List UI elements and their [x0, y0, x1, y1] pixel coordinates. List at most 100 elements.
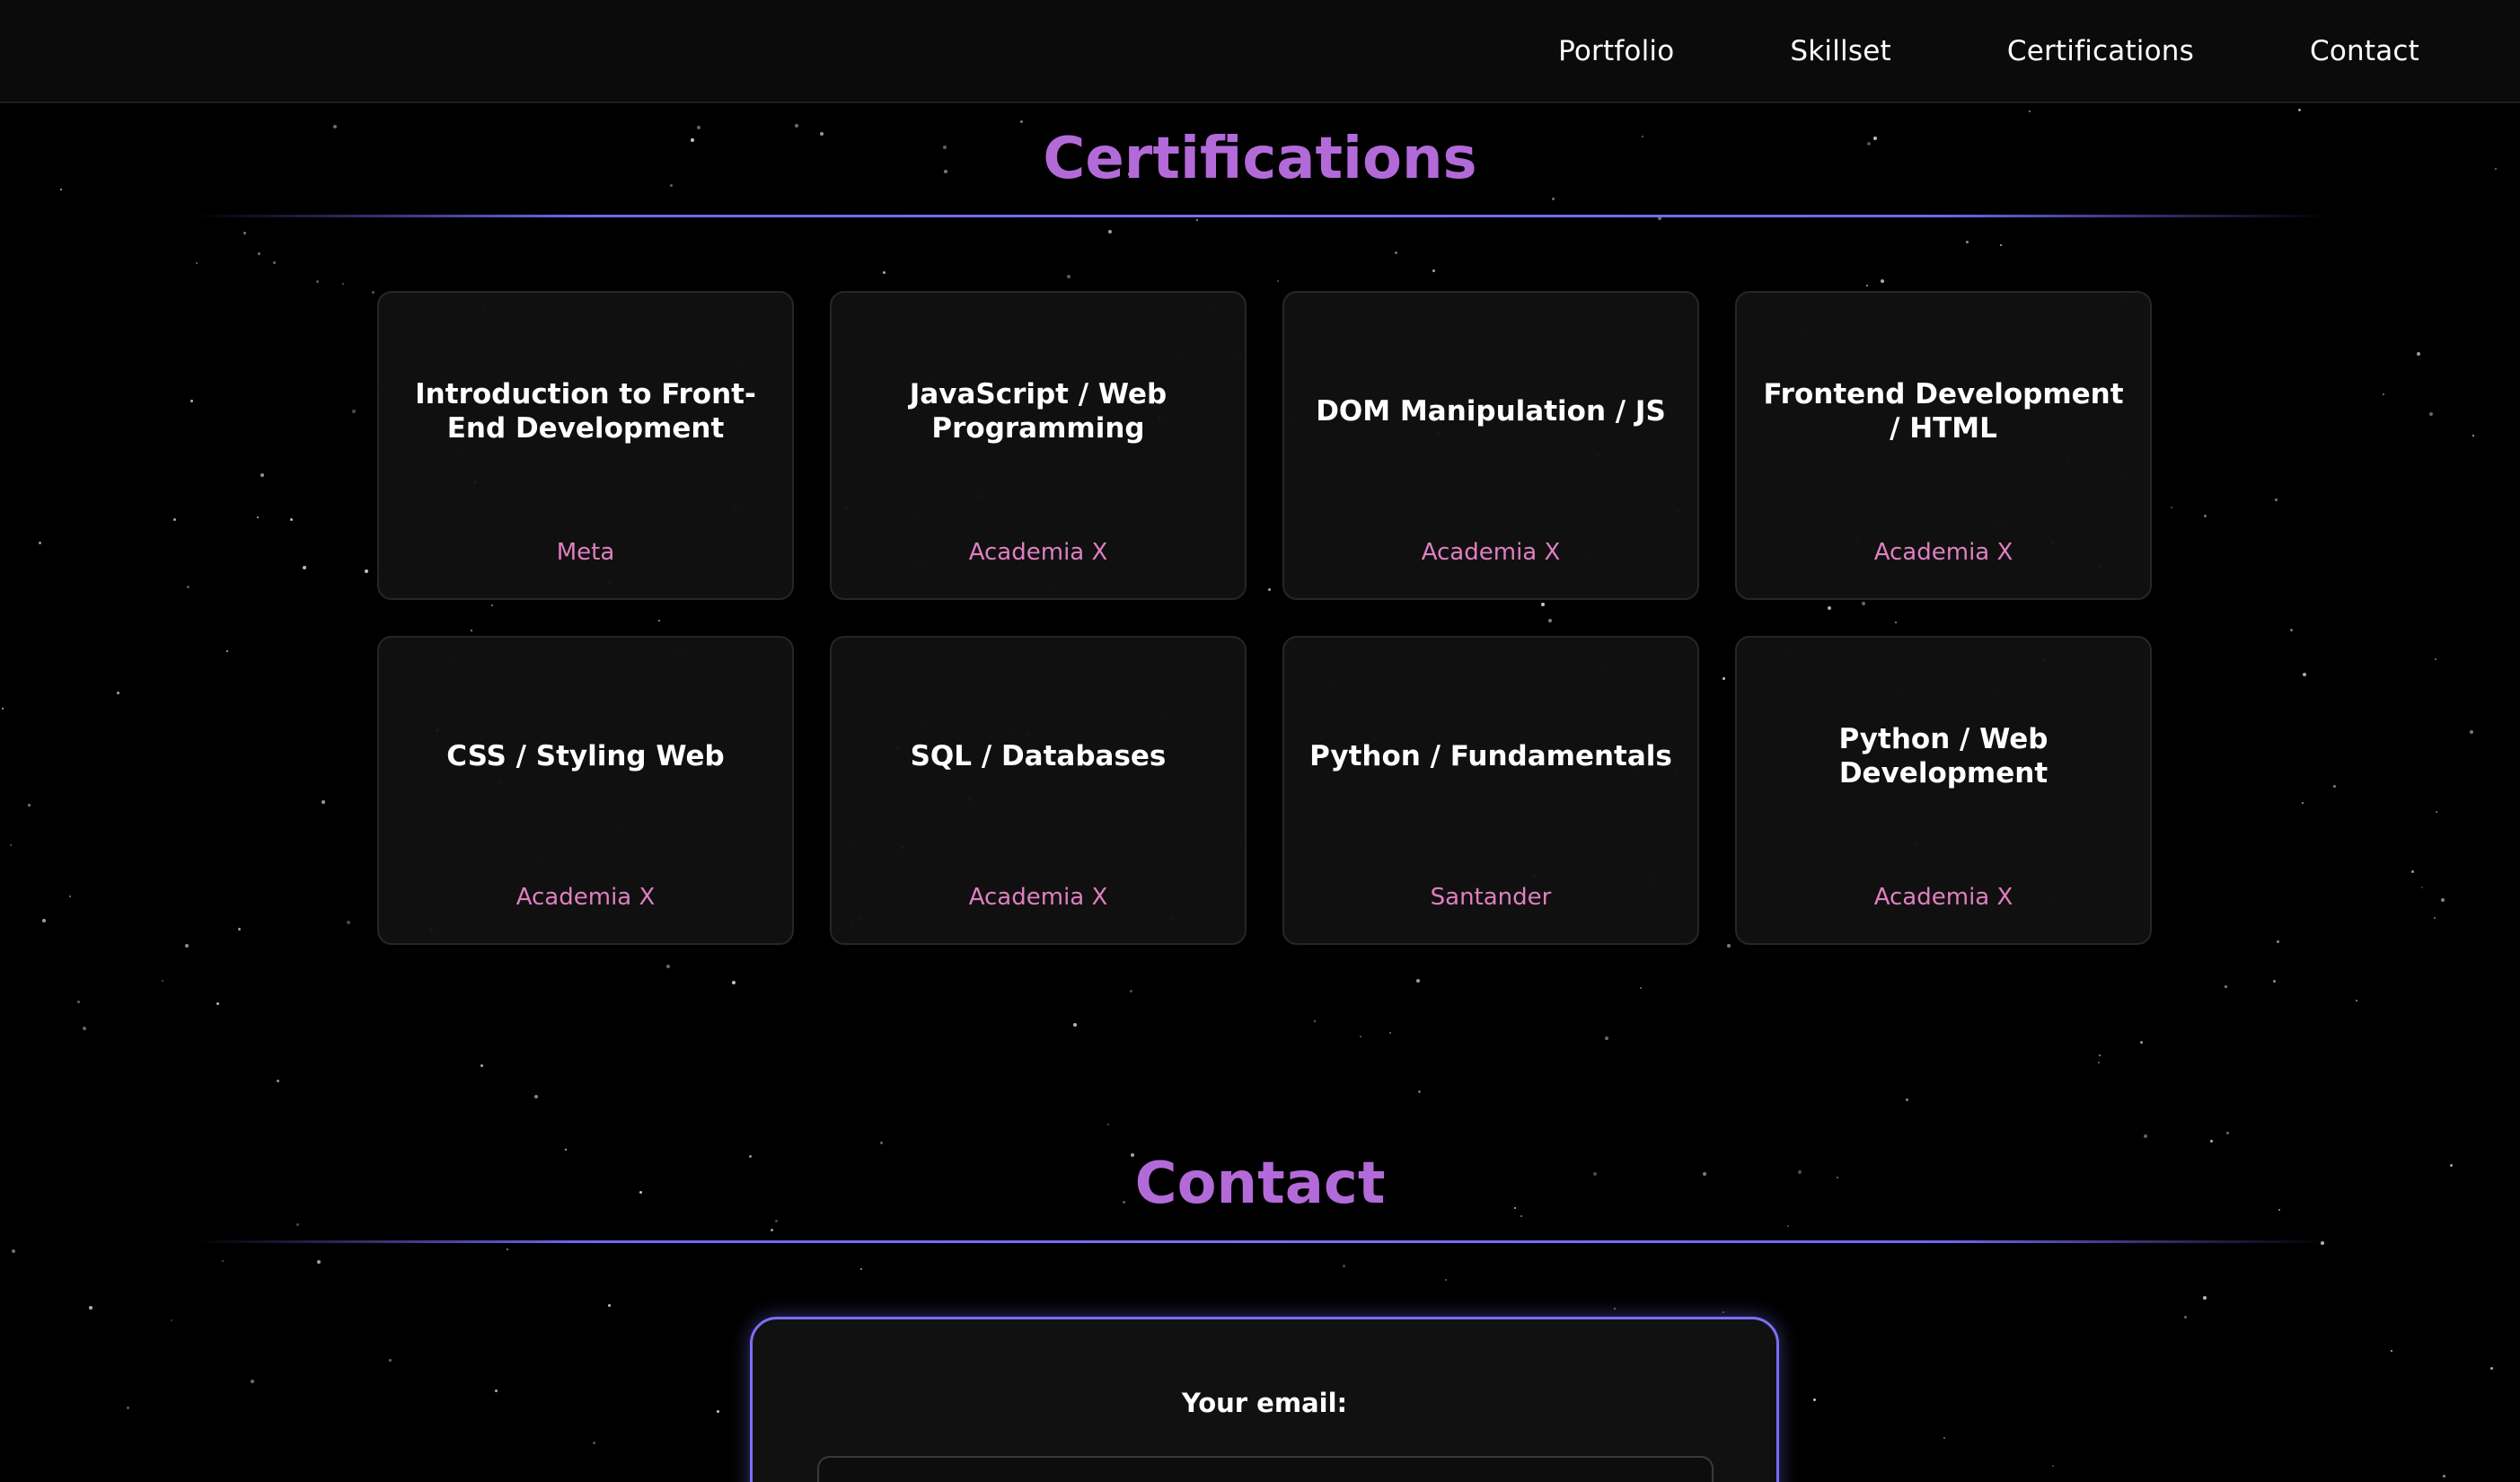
star-dot	[257, 516, 259, 518]
star-dot	[480, 1064, 483, 1067]
star-dot	[1418, 1090, 1421, 1093]
star-dot	[1866, 285, 1868, 287]
contact-title: Contact	[1134, 1151, 1386, 1217]
star-dot	[1614, 1308, 1616, 1310]
star-dot	[608, 1304, 611, 1307]
cert-title: Frontend Development / HTML	[1763, 378, 2124, 445]
cert-issuer: Academia X	[968, 539, 1108, 566]
cert-issuer: Academia X	[1873, 884, 2013, 911]
star-dot	[10, 844, 12, 846]
star-dot	[2356, 1000, 2357, 1001]
star-dot	[1389, 1032, 1391, 1034]
cert-card: CSS / Styling Web Academia X	[377, 636, 794, 945]
cert-issuer: Academia X	[1421, 539, 1561, 566]
star-dot	[258, 252, 260, 255]
star-dot	[342, 283, 344, 285]
cert-title: Python / Fundamentals	[1309, 740, 1672, 772]
star-dot	[2391, 1350, 2392, 1352]
star-dot	[732, 981, 736, 984]
star-dot	[226, 650, 228, 652]
star-dot	[2298, 109, 2301, 111]
star-dot	[260, 473, 264, 477]
star-dot	[2029, 110, 2031, 112]
star-dot	[2210, 1140, 2213, 1142]
cert-title: JavaScript / Web Programming	[909, 378, 1167, 445]
star-dot	[277, 1080, 279, 1082]
star-dot	[117, 692, 119, 694]
star-dot	[1360, 1036, 1361, 1037]
star-dot	[534, 1095, 538, 1098]
email-input[interactable]	[817, 1456, 1714, 1482]
star-dot	[775, 1220, 778, 1222]
nav-link-certifications[interactable]: Certifications	[2007, 35, 2194, 67]
cert-issuer: Academia X	[515, 884, 656, 911]
star-dot	[372, 291, 374, 294]
cert-card: Python / Web Development Academia X	[1735, 636, 2152, 945]
cert-card: Python / Fundamentals Santander	[1282, 636, 1699, 945]
cert-title: SQL / Databases	[910, 740, 1167, 772]
star-dot	[1640, 987, 1642, 989]
star-dot	[1605, 1037, 1608, 1040]
star-dot	[42, 919, 46, 922]
star-dot	[352, 410, 356, 413]
star-dot	[347, 921, 350, 924]
star-dot	[316, 280, 319, 283]
star-dot	[1966, 241, 1969, 243]
star-dot	[2290, 629, 2293, 631]
star-dot	[2302, 802, 2304, 804]
star-dot	[296, 1223, 299, 1226]
star-dot	[2490, 1367, 2493, 1370]
star-dot	[28, 804, 31, 807]
star-dot	[365, 569, 368, 573]
certifications-title: Certifications	[1043, 126, 1477, 192]
star-dot	[2204, 515, 2207, 517]
star-dot	[2203, 1296, 2207, 1300]
star-dot	[2470, 730, 2473, 734]
star-dot	[2184, 1316, 2187, 1319]
star-dot	[1314, 1020, 1316, 1022]
star-dot	[2000, 244, 2002, 246]
star-dot	[389, 1359, 392, 1362]
star-dot	[1787, 1225, 1789, 1227]
star-dot	[1906, 1098, 1908, 1101]
star-dot	[2436, 811, 2437, 813]
star-dot	[83, 1027, 86, 1030]
star-dot	[2441, 898, 2445, 902]
star-dot	[1723, 1311, 1724, 1313]
star-dot	[2443, 1475, 2445, 1478]
star-dot	[2052, 1465, 2054, 1467]
star-dot	[1130, 990, 1132, 992]
star-dot	[2333, 785, 2336, 788]
certifications-grid: Introduction to Front-End Development Me…	[377, 291, 2152, 945]
top-navbar: Portfolio Skillset Certifications Contac…	[0, 0, 2520, 103]
cert-issuer: Santander	[1430, 884, 1552, 911]
star-dot	[1395, 251, 1397, 254]
star-dot	[2144, 1134, 2147, 1138]
star-dot	[1277, 280, 1279, 282]
star-dot	[2303, 673, 2306, 676]
email-label: Your email:	[1181, 1388, 1348, 1418]
star-dot	[1445, 1279, 1447, 1281]
star-dot	[2226, 1132, 2229, 1134]
cert-card: Frontend Development / HTML Academia X	[1735, 291, 2152, 600]
star-dot	[322, 800, 325, 804]
nav-link-contact[interactable]: Contact	[2310, 35, 2419, 67]
star-dot	[2383, 393, 2384, 395]
star-dot	[238, 928, 241, 931]
star-dot	[303, 566, 306, 569]
star-dot	[2277, 940, 2279, 943]
star-dot	[196, 262, 198, 264]
nav-link-portfolio[interactable]: Portfolio	[1558, 35, 1674, 67]
contact-form: Your email:	[750, 1317, 1779, 1482]
star-dot	[243, 232, 246, 234]
nav-link-skillset[interactable]: Skillset	[1790, 35, 1890, 67]
star-dot	[2429, 412, 2433, 416]
star-dot	[2, 708, 4, 710]
star-dot	[2434, 917, 2436, 919]
star-dot	[2411, 870, 2414, 873]
star-dot	[69, 895, 71, 897]
star-dot	[2225, 985, 2227, 988]
star-dot	[495, 1389, 498, 1392]
star-dot	[251, 1380, 254, 1383]
star-dot	[880, 1142, 883, 1144]
